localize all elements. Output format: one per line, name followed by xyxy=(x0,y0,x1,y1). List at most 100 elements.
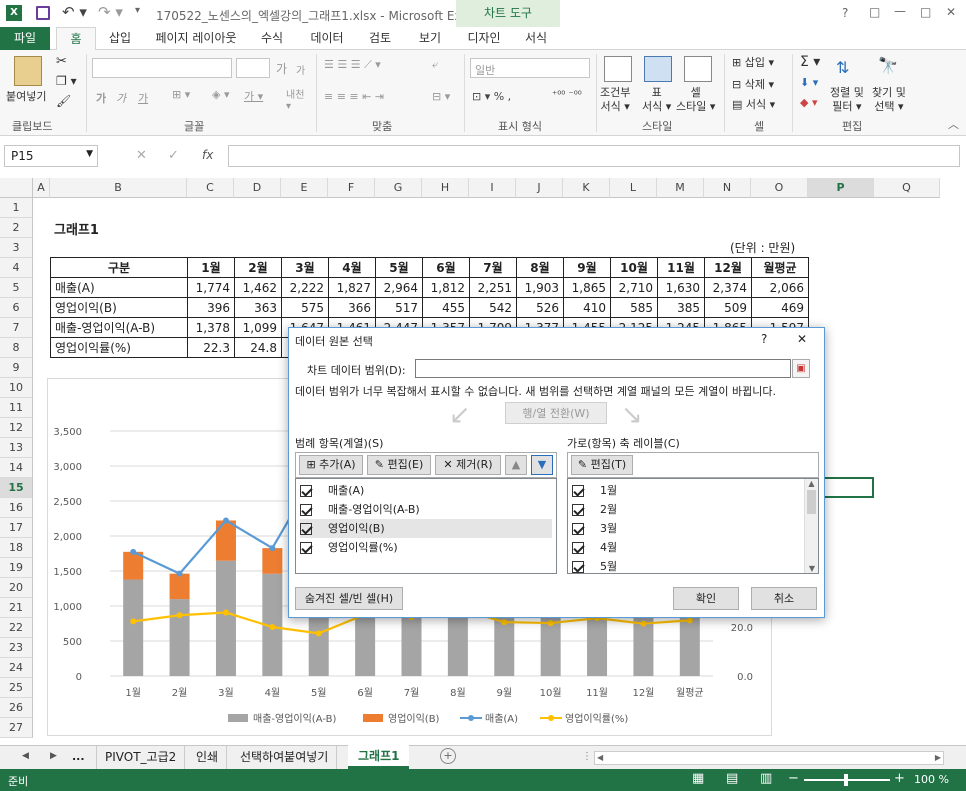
table-header-cell[interactable]: 8월 xyxy=(516,257,564,278)
row-header-23[interactable]: 23 xyxy=(0,638,33,658)
bold-button[interactable]: 가 xyxy=(96,90,106,106)
row-header-20[interactable]: 20 xyxy=(0,578,33,598)
category-item[interactable]: 3월 xyxy=(572,519,617,538)
scroll-down-icon[interactable]: ▼ xyxy=(805,564,819,573)
cut-icon[interactable]: ✂ xyxy=(56,54,67,69)
table-header-cell[interactable]: 11월 xyxy=(657,257,705,278)
column-header-b[interactable]: B xyxy=(50,178,187,198)
table-cell[interactable]: 2,066 xyxy=(751,277,809,298)
row-header-9[interactable]: 9 xyxy=(0,358,33,378)
row-header-27[interactable]: 27 xyxy=(0,718,33,738)
table-cell[interactable]: 509 xyxy=(704,297,752,318)
checkbox-icon[interactable] xyxy=(300,485,312,497)
scroll-thumb[interactable] xyxy=(807,490,816,514)
checkbox-icon[interactable] xyxy=(300,542,312,554)
zoom-out-icon[interactable]: − xyxy=(788,771,799,786)
table-cell[interactable]: 2,710 xyxy=(610,277,658,298)
table-cell[interactable]: 영업이익률(%) xyxy=(50,337,188,358)
table-cell[interactable]: 575 xyxy=(281,297,329,318)
font-color-icon[interactable]: 가 ▾ xyxy=(244,88,263,104)
table-header-cell[interactable]: 10월 xyxy=(610,257,658,278)
italic-button[interactable]: 가 xyxy=(116,90,126,106)
delete-cells-button[interactable]: ⊟ 삭제 ▾ xyxy=(732,76,774,92)
table-header-cell[interactable]: 12월 xyxy=(704,257,752,278)
format-as-table-button[interactable]: 표 서식 ▾ xyxy=(642,86,671,114)
checkbox-icon[interactable] xyxy=(572,542,584,554)
number-format-box[interactable]: 일반 xyxy=(470,58,590,78)
tab-design[interactable]: 디자인 xyxy=(460,27,508,50)
table-header-cell[interactable]: 월평균 xyxy=(751,257,809,278)
table-cell[interactable]: 매출-영업이익(A-B) xyxy=(50,317,188,338)
sheet-tab-paste-special[interactable]: 선택하여붙여넣기 xyxy=(232,746,338,769)
format-painter-icon[interactable]: 🖌 xyxy=(56,94,71,108)
tab-splitter-icon[interactable]: ⋮ xyxy=(582,751,592,762)
fill-color-icon[interactable]: ◈ ▾ xyxy=(212,88,229,101)
row-header-4[interactable]: 4 xyxy=(0,258,33,278)
row-header-2[interactable]: 2 xyxy=(0,218,33,238)
row-header-13[interactable]: 13 xyxy=(0,438,33,458)
row-header-18[interactable]: 18 xyxy=(0,538,33,558)
find-select-icon[interactable]: 🔭 xyxy=(878,56,898,75)
table-cell[interactable]: 366 xyxy=(328,297,376,318)
tab-review[interactable]: 검토 xyxy=(358,27,402,50)
font-shrink-icon[interactable]: 가 xyxy=(296,62,305,77)
align-top-icon[interactable]: ☰ ☰ ☰ ⟋ ▾ xyxy=(324,58,381,72)
table-cell[interactable]: 24.8 xyxy=(234,337,282,358)
horizontal-scrollbar[interactable]: ◀ ▶ xyxy=(594,751,944,765)
table-cell[interactable]: 469 xyxy=(751,297,809,318)
find-select-button[interactable]: 찾기 및 선택 ▾ xyxy=(872,86,906,114)
zoom-slider-thumb[interactable] xyxy=(844,774,848,786)
tab-home[interactable]: 홈 xyxy=(56,27,96,50)
save-icon[interactable] xyxy=(36,6,50,20)
row-header-17[interactable]: 17 xyxy=(0,518,33,538)
qat-customize-icon[interactable]: ▾ xyxy=(135,5,140,16)
move-up-button[interactable]: ▲ xyxy=(505,455,527,475)
insert-cells-button[interactable]: ⊞ 삽입 ▾ xyxy=(732,54,774,70)
row-header-14[interactable]: 14 xyxy=(0,458,33,478)
table-header-cell[interactable]: 3월 xyxy=(281,257,329,278)
column-header-g[interactable]: G xyxy=(375,178,422,198)
row-header-3[interactable]: 3 xyxy=(0,238,33,258)
tab-scroll-right-icon[interactable]: ▶ xyxy=(50,751,57,761)
row-header-8[interactable]: 8 xyxy=(0,338,33,358)
autosum-icon[interactable]: Σ ▾ xyxy=(800,54,820,70)
font-grow-icon[interactable]: 가 xyxy=(276,60,287,77)
tab-data[interactable]: 데이터 xyxy=(302,27,352,50)
move-down-button[interactable]: ▼ xyxy=(531,455,553,475)
row-header-10[interactable]: 10 xyxy=(0,378,33,398)
format-cells-button[interactable]: ▤ 서식 ▾ xyxy=(732,96,775,112)
column-header-m[interactable]: M xyxy=(657,178,704,198)
table-cell[interactable]: 2,222 xyxy=(281,277,329,298)
column-header-q[interactable]: Q xyxy=(874,178,940,198)
row-header-16[interactable]: 16 xyxy=(0,498,33,518)
column-header-k[interactable]: K xyxy=(563,178,610,198)
series-item[interactable]: 영업이익률(%) xyxy=(300,538,552,557)
row-header-11[interactable]: 11 xyxy=(0,398,33,418)
tab-formulas[interactable]: 수식 xyxy=(252,27,292,50)
checkbox-icon[interactable] xyxy=(572,504,584,516)
column-header-n[interactable]: N xyxy=(704,178,751,198)
table-cell[interactable]: 410 xyxy=(563,297,611,318)
hidden-empty-cells-button[interactable]: 숨겨진 셀/빈 셀(H) xyxy=(295,587,403,610)
chart-range-input[interactable] xyxy=(415,359,791,378)
column-header-f[interactable]: F xyxy=(328,178,375,198)
row-header-26[interactable]: 26 xyxy=(0,698,33,718)
sort-filter-icon[interactable]: ⇅ xyxy=(836,58,849,77)
table-cell[interactable]: 517 xyxy=(375,297,423,318)
table-header-cell[interactable]: 5월 xyxy=(375,257,423,278)
series-item[interactable]: 매출-영업이익(A-B) xyxy=(300,500,552,519)
table-cell[interactable]: 585 xyxy=(610,297,658,318)
sort-filter-button[interactable]: 정렬 및 필터 ▾ xyxy=(830,86,864,114)
conditional-format-icon[interactable] xyxy=(604,56,632,82)
fill-icon[interactable]: ⬇ ▾ xyxy=(800,76,818,89)
switch-row-column-button[interactable]: 행/열 전환(W) xyxy=(505,402,607,424)
column-header-a[interactable]: A xyxy=(33,178,50,198)
column-header-c[interactable]: C xyxy=(187,178,234,198)
wrap-text-icon[interactable]: ⤶ xyxy=(432,58,438,72)
conditional-format-button[interactable]: 조건부 서식 ▾ xyxy=(600,86,630,114)
sheet-tab-print[interactable]: 인쇄 xyxy=(188,746,228,769)
table-cell[interactable]: 363 xyxy=(234,297,282,318)
category-item[interactable]: 4월 xyxy=(572,538,617,557)
tab-insert[interactable]: 삽입 xyxy=(100,27,140,50)
hscroll-left-icon[interactable]: ◀ xyxy=(597,753,603,762)
